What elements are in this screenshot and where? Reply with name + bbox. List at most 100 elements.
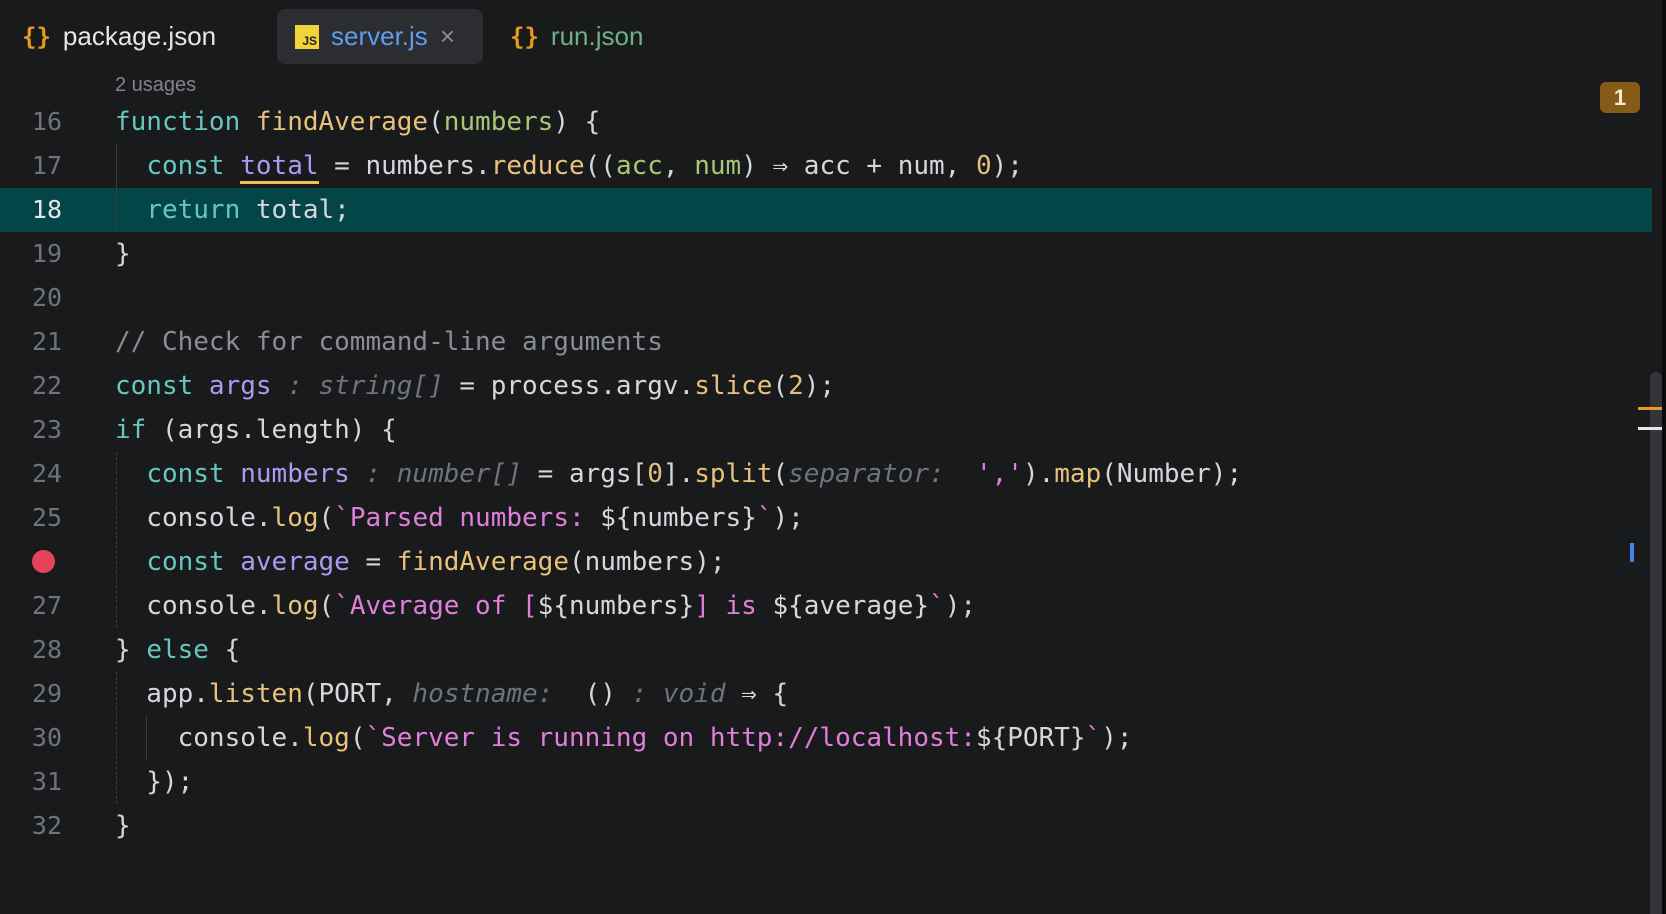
code-line[interactable]: 25 console.log(`Parsed numbers: ${number… [0,496,1652,540]
tab-label: server.js [331,21,428,51]
line-number[interactable]: 31 [0,760,62,804]
line-number[interactable]: 28 [0,628,62,672]
tab-run-json[interactable]: {} run.json [492,9,657,64]
tab-package-json[interactable]: {} package.json [4,9,230,64]
line-number[interactable]: 23 [0,408,62,452]
code-line[interactable]: 18 return total; [0,188,1652,232]
line-number[interactable]: 30 [0,716,62,760]
inlay-hint: separator: [788,459,961,489]
line-number[interactable]: 24 [0,452,62,496]
code-token: ). [1022,459,1055,489]
code-token: log [271,591,319,621]
code-token: ); [803,371,836,401]
code-line[interactable]: 19} [0,232,1652,276]
code-line[interactable]: 28} else { [0,628,1652,672]
tab-label: package.json [62,21,217,51]
code-token: ) { [553,107,601,137]
code-line[interactable]: 30 console.log(`Server is running on htt… [0,716,1652,760]
code-token: `Average of [ [334,591,538,621]
code-token: } [115,635,147,665]
code-token: average [240,547,350,577]
inlay-hint: : void [615,679,726,709]
code-token: ` [929,591,945,621]
code-token: console. [115,591,272,621]
close-tab-icon[interactable]: × [440,21,455,52]
line-number[interactable]: 18 [0,188,62,232]
window-edge [1662,0,1666,914]
javascript-file-icon: JS [295,24,319,49]
line-number[interactable]: 27 [0,584,62,628]
code-token: args [208,371,272,401]
warning-marker[interactable] [1638,407,1662,410]
code-token: acc [615,151,663,181]
code-token: () [568,679,616,709]
code-token: numbers [443,107,554,137]
code-line[interactable]: 27 console.log(`Average of [${numbers}] … [0,584,1652,628]
indent-guide [116,452,117,628]
code-line[interactable]: 16 function findAverage(numbers) { [0,100,1652,144]
code-token: ]. [662,459,695,489]
code-token: ',' [975,459,1023,489]
code-token: (args.length) { [161,415,397,445]
code-token: total; [255,195,350,225]
code-text: function findAverage(numbers) { [115,100,600,144]
line-number[interactable]: 32 [0,804,62,848]
code-text: const total = numbers.reduce((acc, num) … [115,144,1023,188]
code-token: ( [772,371,789,401]
code-token: ( [318,591,335,621]
code-token: function [115,107,256,137]
tab-server-js[interactable]: JS server.js × [277,9,483,64]
code-line[interactable]: const average = findAverage(numbers); [0,540,1652,584]
code-line[interactable]: 21 // Check for command-line arguments [0,320,1652,364]
code-line[interactable]: 20 [0,276,1652,320]
line-number[interactable]: 25 [0,496,62,540]
change-marker[interactable] [1630,543,1634,562]
code-token: ( [772,459,789,489]
code-token: ) ⇒ acc + num, [741,151,976,181]
code-token: ); [1101,723,1133,753]
line-number[interactable]: 17 [0,144,62,188]
code-line[interactable]: 29 app.listen(PORT, hostname: () : void … [0,672,1652,716]
code-token: = numbers. [318,151,491,181]
code-line[interactable]: 23 if (args.length) { [0,408,1652,452]
code-line[interactable]: 24 const numbers : number[] = args[0].sp… [0,452,1652,496]
line-number[interactable]: 21 [0,320,62,364]
inlay-hint: : string[] [271,371,444,401]
code-token: return [146,195,256,225]
code-token: (PORT, [302,679,413,709]
code-text: console.log(`Parsed numbers: ${numbers}`… [115,496,804,540]
code-text: const numbers : number[] = args[0].split… [115,452,1242,496]
line-number[interactable]: 20 [0,276,62,320]
code-token: { [208,635,241,665]
code-line[interactable]: 17 const total = numbers.reduce((acc, nu… [0,144,1652,188]
code-token: ` [1085,723,1102,753]
code-token: ); [944,591,977,621]
code-text: }); [115,760,193,804]
code-token: findAverage [396,547,569,577]
code-token: ( [318,503,335,533]
code-line[interactable]: 32} [0,804,1652,848]
code-line[interactable]: 31 }); [0,760,1652,804]
code-token: ${average} [772,591,930,621]
code-text: return total; [115,188,350,232]
code-text: const args : string[] = process.argv.sli… [115,364,835,408]
code-token: ] is [694,591,773,621]
code-token: }); [115,767,194,797]
code-text: // Check for command-line arguments [115,320,663,364]
indent-guide [116,144,117,232]
indent-guide [146,716,147,760]
usages-hint[interactable]: 2 usages [115,74,196,97]
line-number[interactable]: 29 [0,672,62,716]
breakpoint-icon[interactable] [32,550,55,573]
code-line[interactable]: 22 const args : string[] = process.argv.s… [0,364,1652,408]
json-braces-icon: {} [22,22,51,51]
line-number[interactable]: 19 [0,232,62,276]
line-number[interactable]: 16 [0,100,62,144]
vertical-scrollbar[interactable] [1650,372,1662,914]
code-token: else [146,635,209,665]
line-number[interactable]: 22 [0,364,62,408]
